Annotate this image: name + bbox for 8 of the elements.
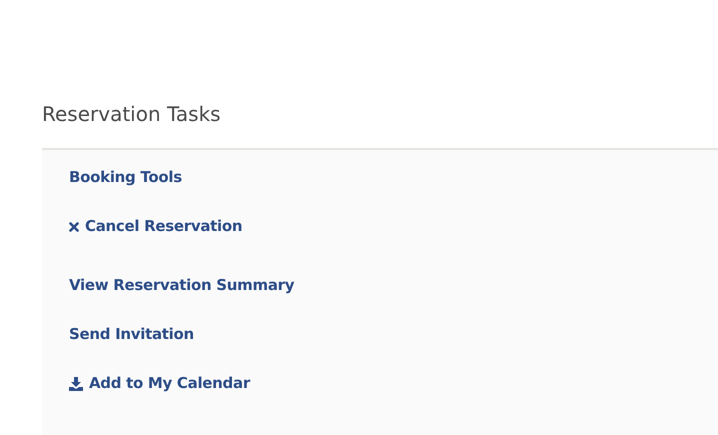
task-link[interactable]: Add to My Calendar [69,374,250,393]
close-icon [69,222,79,232]
section-title: Reservation Tasks [42,102,222,126]
download-icon [69,376,83,390]
task-link[interactable]: Booking Tools [69,168,182,187]
task-link[interactable]: Send Invitation [69,325,194,344]
task-link[interactable]: Cancel Reservation [69,217,242,236]
task-link[interactable]: View Reservation Summary [69,276,294,295]
